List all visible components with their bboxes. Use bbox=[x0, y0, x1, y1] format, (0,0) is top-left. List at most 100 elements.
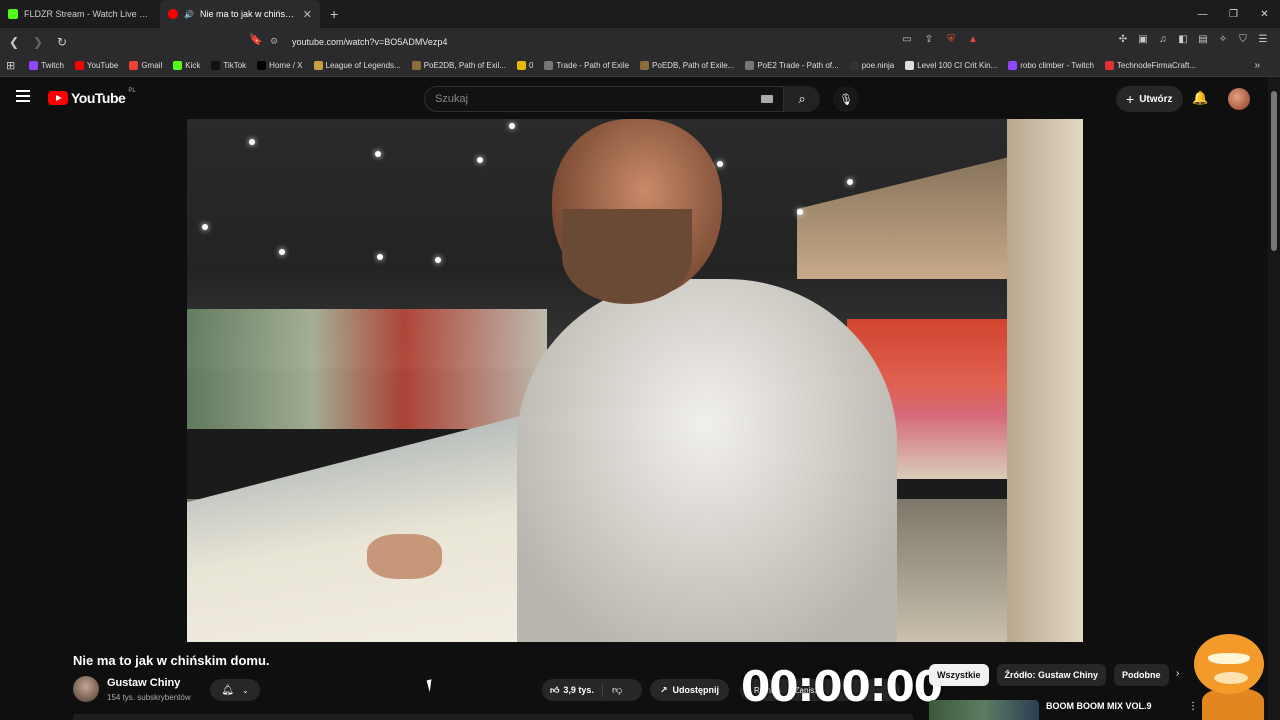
video-frame-lights bbox=[187, 119, 1083, 419]
new-tab-button[interactable]: + bbox=[320, 6, 348, 22]
plus-icon: + bbox=[1126, 91, 1135, 107]
bookmark-item[interactable]: League of Legends... bbox=[313, 61, 401, 70]
share-button[interactable]: ↗ Udostępnij bbox=[650, 679, 730, 701]
like-button[interactable]: 👍︎ 3,9 tys. bbox=[542, 683, 603, 697]
bookmark-item[interactable]: Trade - Path of Exile bbox=[544, 61, 629, 70]
brave-shields-icon[interactable]: ⛨ bbox=[944, 31, 958, 47]
bookmark-favicon-icon bbox=[745, 61, 755, 70]
bookmark-item[interactable]: 0 bbox=[516, 61, 533, 70]
tab-kick[interactable]: FLDZR Stream - Watch Live on Kick bbox=[0, 0, 160, 28]
address-bar-actions: ▭ ⇪ ⛨ ▲ bbox=[900, 31, 980, 47]
minimize-icon[interactable]: — bbox=[1187, 0, 1218, 28]
bookmark-item[interactable]: Level 100 CI Crit Kin... bbox=[905, 61, 997, 70]
recommendation-title[interactable]: BOOM BOOM MIX VOL.9 bbox=[1046, 701, 1152, 711]
cast-icon[interactable]: ▭ bbox=[900, 31, 914, 47]
guide-menu-icon[interactable] bbox=[16, 90, 30, 102]
voice-search-button[interactable]: 🎙 bbox=[833, 86, 859, 112]
restore-icon[interactable]: ❐ bbox=[1218, 0, 1249, 28]
reload-icon[interactable]: ↻ bbox=[52, 32, 72, 52]
screenshot-icon[interactable]: ▣ bbox=[1136, 31, 1150, 47]
bookmark-label: PoE2DB, Path of Exil... bbox=[423, 61, 506, 70]
bookmark-item[interactable]: YouTube bbox=[74, 61, 118, 70]
bookmark-favicon-icon bbox=[544, 61, 554, 70]
bookmark-label: Twitch bbox=[41, 61, 64, 70]
bookmark-favicon-icon bbox=[313, 61, 323, 70]
subscription-bell-button[interactable]: 🔔︎ ⌄ bbox=[210, 679, 260, 701]
bookmark-label: TechnodeFirmaCraft... bbox=[1116, 61, 1197, 70]
bookmark-item[interactable]: TikTok bbox=[211, 61, 246, 70]
video-title: Nie ma to jak w chińskim domu. bbox=[73, 653, 270, 668]
browser-nav-bar: ❮ ❯ ↻ 🔖 ⚙ youtube.com/watch?v=BO5ADMVezp… bbox=[0, 28, 1280, 55]
bookmark-favicon-icon bbox=[211, 61, 221, 70]
chip-from-channel[interactable]: Źródło: Gustaw Chiny bbox=[996, 664, 1107, 686]
bookmark-favicon-icon bbox=[905, 61, 915, 70]
related-filter-chips: Wszystkie Źródło: Gustaw Chiny Podobne bbox=[929, 664, 1169, 686]
media-icon[interactable]: ♫ bbox=[1156, 31, 1170, 47]
brave-rewards-icon[interactable]: ▲ bbox=[966, 31, 980, 47]
watch-metadata: Nie ma to jak w chińskim domu. Gustaw Ch… bbox=[0, 634, 1280, 720]
site-info-icon[interactable]: ⚙ bbox=[270, 36, 284, 47]
bookmark-item[interactable]: PoEDB, Path of Exile... bbox=[640, 61, 734, 70]
bookmark-list: Twitch YouTube Gmail Kick TikTok Home / X Leag… bbox=[29, 61, 1207, 70]
account-avatar[interactable] bbox=[1228, 88, 1250, 110]
tab-youtube[interactable]: 🔊 Nie ma to jak w chińskim do ✕ bbox=[160, 0, 320, 28]
bookmark-item[interactable]: robo climber - Twitch bbox=[1008, 61, 1094, 70]
search-button[interactable]: ⌕ bbox=[784, 86, 820, 112]
menu-icon[interactable]: ☰ bbox=[1256, 31, 1270, 47]
bookmark-icon[interactable]: 🔖 bbox=[249, 33, 263, 46]
close-window-icon[interactable]: ✕ bbox=[1249, 0, 1280, 28]
chip-related[interactable]: Podobne bbox=[1114, 664, 1169, 686]
bookmark-favicon-icon bbox=[173, 61, 183, 70]
dislike-button[interactable]: 👎︎ bbox=[603, 684, 631, 696]
scrollbar-thumb[interactable] bbox=[1271, 91, 1277, 251]
bookmark-label: Level 100 CI Crit Kin... bbox=[917, 61, 998, 70]
chip-all[interactable]: Wszystkie bbox=[929, 664, 989, 686]
address-bar[interactable]: ⚙ youtube.com/watch?v=BO5ADMVezp4 bbox=[270, 31, 990, 52]
keyboard-icon[interactable] bbox=[761, 95, 773, 103]
sidebar-icon[interactable]: ◧ bbox=[1176, 31, 1190, 47]
bookmark-label: Gmail bbox=[141, 61, 163, 70]
channel-name[interactable]: Gustaw Chiny bbox=[107, 677, 180, 689]
search-input[interactable]: Szukaj bbox=[424, 86, 784, 112]
chevron-right-icon[interactable]: › bbox=[1176, 668, 1179, 679]
bookmark-item[interactable]: PoE2 Trade - Path of... bbox=[745, 61, 839, 70]
forward-icon[interactable]: ❯ bbox=[28, 32, 48, 52]
youtube-logo[interactable]: YouTube PL bbox=[48, 88, 136, 106]
page-scrollbar[interactable] bbox=[1268, 77, 1280, 720]
thumbs-down-icon: 👎︎ bbox=[611, 685, 623, 696]
wallet-icon[interactable]: ▤ bbox=[1196, 31, 1210, 47]
audio-playing-icon: 🔊 bbox=[184, 9, 194, 19]
share-page-icon[interactable]: ⇪ bbox=[922, 31, 936, 47]
bookmark-favicon-icon bbox=[640, 61, 650, 70]
apps-grid-icon[interactable]: ⊞ bbox=[6, 59, 15, 72]
bookmarks-bar: ⊞ Twitch YouTube Gmail Kick TikTok Home / X Le… bbox=[0, 55, 1280, 77]
country-code: PL bbox=[128, 88, 136, 94]
mouse-cursor bbox=[426, 677, 440, 693]
bookmark-item[interactable]: PoE2DB, Path of Exil... bbox=[411, 61, 506, 70]
more-bookmarks-icon[interactable]: » bbox=[1254, 60, 1260, 71]
leo-ai-icon[interactable]: ✧ bbox=[1216, 31, 1230, 47]
bookmark-label: Trade - Path of Exile bbox=[556, 61, 630, 70]
back-icon[interactable]: ❮ bbox=[4, 32, 24, 52]
recommendation-thumbnail[interactable] bbox=[929, 700, 1039, 720]
url-text: youtube.com/watch?v=BO5ADMVezp4 bbox=[292, 36, 448, 47]
extensions-icon[interactable]: ✣ bbox=[1116, 31, 1130, 47]
bookmark-favicon-icon bbox=[74, 61, 84, 70]
bookmark-label: robo climber - Twitch bbox=[1020, 61, 1094, 70]
vpn-icon[interactable]: ⛉ bbox=[1236, 31, 1250, 47]
youtube-header: YouTube PL Szukaj ⌕ 🎙 + Utwórz 🔔 bbox=[0, 77, 1280, 119]
description-box-edge bbox=[73, 714, 913, 720]
bookmark-item[interactable]: TechnodeFirmaCraft... bbox=[1104, 61, 1197, 70]
create-button[interactable]: + Utwórz bbox=[1116, 86, 1183, 112]
bookmark-item[interactable]: Gmail bbox=[129, 61, 162, 70]
bookmark-label: TikTok bbox=[223, 61, 247, 70]
channel-avatar[interactable] bbox=[73, 676, 99, 702]
bookmark-label: Kick bbox=[185, 61, 201, 70]
bookmark-item[interactable]: Kick bbox=[173, 61, 200, 70]
bookmark-item[interactable]: Twitch bbox=[29, 61, 64, 70]
notifications-bell-icon[interactable]: 🔔 bbox=[1192, 90, 1208, 106]
bookmark-item[interactable]: Home / X bbox=[257, 61, 303, 70]
video-player[interactable] bbox=[187, 119, 1083, 642]
bookmark-item[interactable]: poe.ninja bbox=[849, 61, 894, 70]
close-tab-icon[interactable]: ✕ bbox=[303, 8, 312, 21]
